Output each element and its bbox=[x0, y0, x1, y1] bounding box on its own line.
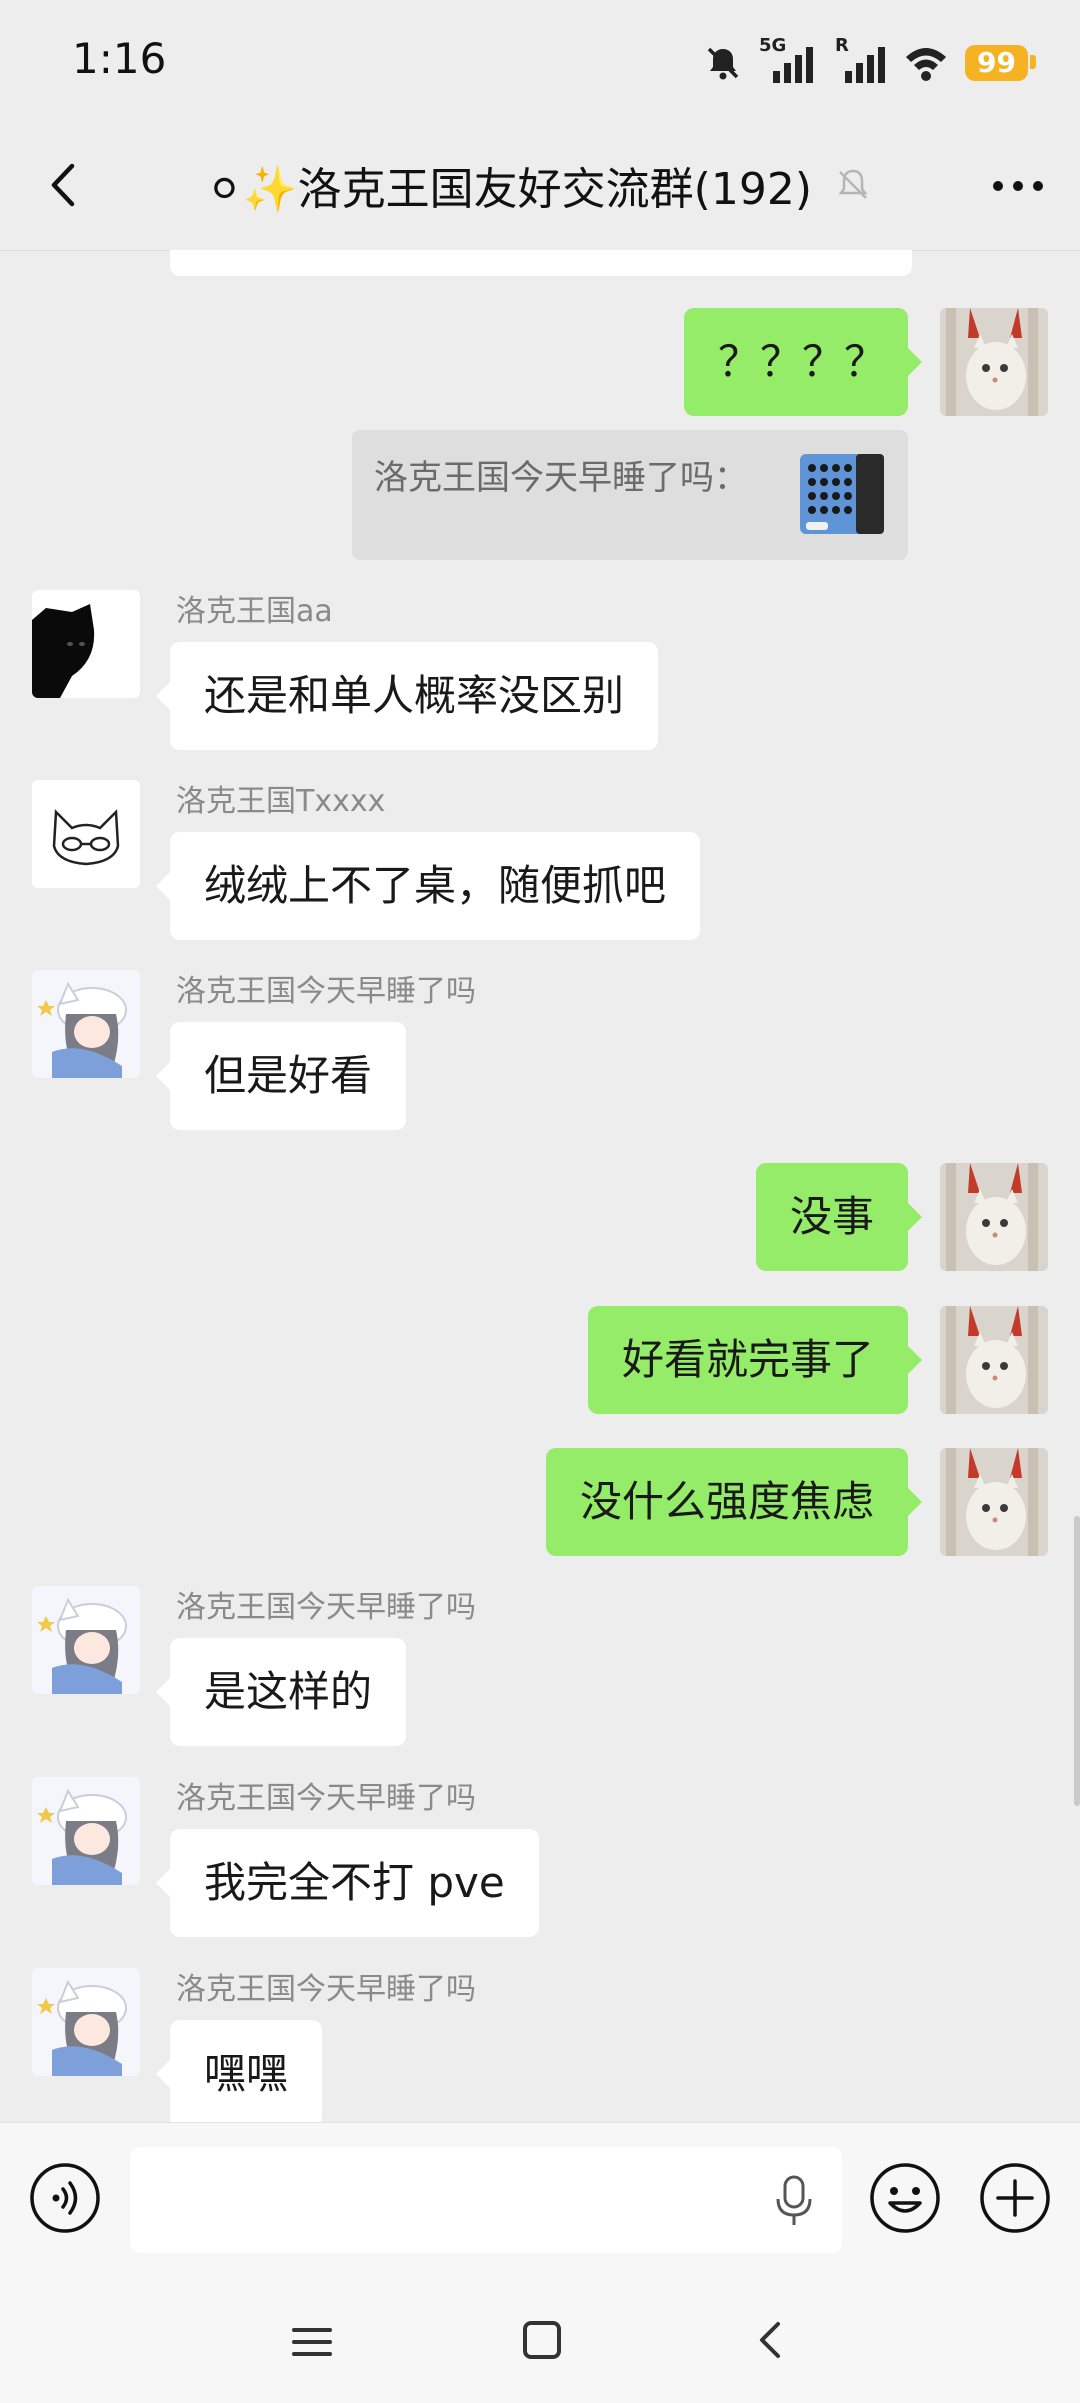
incoming-bubble[interactable]: 嘿嘿 bbox=[155, 2020, 323, 2122]
nav-home-icon[interactable] bbox=[520, 2318, 564, 2362]
sender-avatar[interactable] bbox=[32, 1777, 140, 1885]
signal-roaming-icon: R bbox=[831, 35, 887, 85]
quote-text: 洛克王国今天早睡了吗： bbox=[374, 458, 748, 498]
outgoing-bubble[interactable]: 没事 bbox=[755, 1163, 923, 1271]
back-arrow-icon[interactable] bbox=[28, 150, 98, 220]
more-options-icon[interactable] bbox=[986, 156, 1050, 216]
message-input[interactable] bbox=[130, 2147, 842, 2253]
incoming-bubble[interactable]: 是这样的 bbox=[155, 1638, 407, 1746]
muted-bell-icon bbox=[838, 169, 868, 199]
sender-avatar[interactable] bbox=[32, 970, 140, 1078]
signal-5g-icon: 5G bbox=[759, 35, 815, 85]
nav-menu-icon[interactable] bbox=[290, 2320, 334, 2364]
sender-avatar[interactable] bbox=[32, 780, 140, 888]
wifi-icon bbox=[906, 48, 947, 81]
sender-name: 洛克王国今天早睡了吗 bbox=[176, 1781, 476, 1816]
sender-avatar[interactable] bbox=[32, 1968, 140, 2076]
sender-name: 洛克王国今天早睡了吗 bbox=[176, 1972, 476, 2007]
message-item: 洛克王国今天早睡了吗 我完全不打 pve bbox=[0, 1777, 1080, 1947]
incoming-bubble[interactable]: 但是好看 bbox=[155, 1022, 407, 1130]
incoming-bubble[interactable]: 绒绒上不了桌，随便抓吧 bbox=[155, 832, 701, 940]
battery-indicator: 99 bbox=[965, 45, 1036, 81]
nav-back-icon[interactable] bbox=[750, 2318, 794, 2362]
quote-sticker-thumbnail bbox=[800, 454, 884, 534]
sender-name: 洛克王国aa bbox=[176, 594, 333, 629]
title-group: ⚪✨洛克王国友好交流群(192) bbox=[190, 150, 890, 220]
status-icons: 5G R 99 bbox=[703, 35, 1036, 88]
message-item: 没什么强度焦虑 bbox=[0, 1448, 1080, 1558]
outgoing-bubble[interactable]: 没什么强度焦虑 bbox=[545, 1448, 923, 1556]
status-bar: 1:16 5G R 99 bbox=[0, 0, 1080, 120]
system-navigation-bar bbox=[0, 2282, 1080, 2403]
message-item: ？？？？ bbox=[0, 308, 1080, 418]
my-avatar[interactable] bbox=[940, 1306, 1048, 1414]
sender-name: 洛克王国Txxxx bbox=[176, 784, 386, 819]
message-item: 洛克王国今天早睡了吗 是这样的 bbox=[0, 1586, 1080, 1756]
sender-name: 洛克王国今天早睡了吗 bbox=[176, 974, 476, 1009]
message-item: 洛克王国Txxxx 绒绒上不了桌，随便抓吧 bbox=[0, 780, 1080, 950]
my-avatar[interactable] bbox=[940, 308, 1048, 416]
muted-notification-icon bbox=[707, 47, 739, 80]
plus-icon[interactable] bbox=[978, 2161, 1052, 2235]
group-title[interactable]: ⚪✨洛克王国友好交流群(192) bbox=[206, 153, 812, 217]
sender-avatar[interactable] bbox=[32, 1586, 140, 1694]
my-avatar[interactable] bbox=[940, 1163, 1048, 1271]
voice-input-icon[interactable] bbox=[28, 2161, 102, 2235]
scrollbar[interactable] bbox=[1074, 1516, 1080, 1806]
sender-name: 洛克王国今天早睡了吗 bbox=[176, 1590, 476, 1625]
input-bar bbox=[0, 2122, 1080, 2283]
partial-message-bubble bbox=[170, 250, 912, 276]
outgoing-bubble[interactable]: ？？？？ bbox=[684, 308, 922, 416]
message-item: 洛克王国今天早睡了吗 嘿嘿 bbox=[0, 1968, 1080, 2122]
message-list[interactable]: ？？？？ 洛克王国今天早睡了吗： 洛克王国aa 还是和单人概率没区别 洛克王国T… bbox=[0, 250, 1080, 2122]
clock: 1:16 bbox=[72, 34, 167, 83]
message-item: 好看就完事了 bbox=[0, 1306, 1080, 1416]
message-item: 没事 bbox=[0, 1163, 1080, 1273]
message-item: 洛克王国aa 还是和单人概率没区别 bbox=[0, 590, 1080, 760]
incoming-bubble[interactable]: 还是和单人概率没区别 bbox=[155, 642, 659, 750]
emoji-icon[interactable] bbox=[868, 2161, 942, 2235]
message-item: 洛克王国今天早睡了吗 但是好看 bbox=[0, 970, 1080, 1140]
sender-avatar[interactable] bbox=[32, 590, 140, 698]
my-avatar[interactable] bbox=[940, 1448, 1048, 1556]
chat-header: ⚪✨洛克王国友好交流群(192) bbox=[0, 120, 1080, 251]
incoming-bubble[interactable]: 我完全不打 pve bbox=[156, 1829, 539, 1937]
outgoing-bubble[interactable]: 好看就完事了 bbox=[587, 1306, 923, 1414]
microphone-icon[interactable] bbox=[770, 2173, 818, 2229]
quoted-message[interactable]: 洛克王国今天早睡了吗： bbox=[352, 430, 908, 560]
